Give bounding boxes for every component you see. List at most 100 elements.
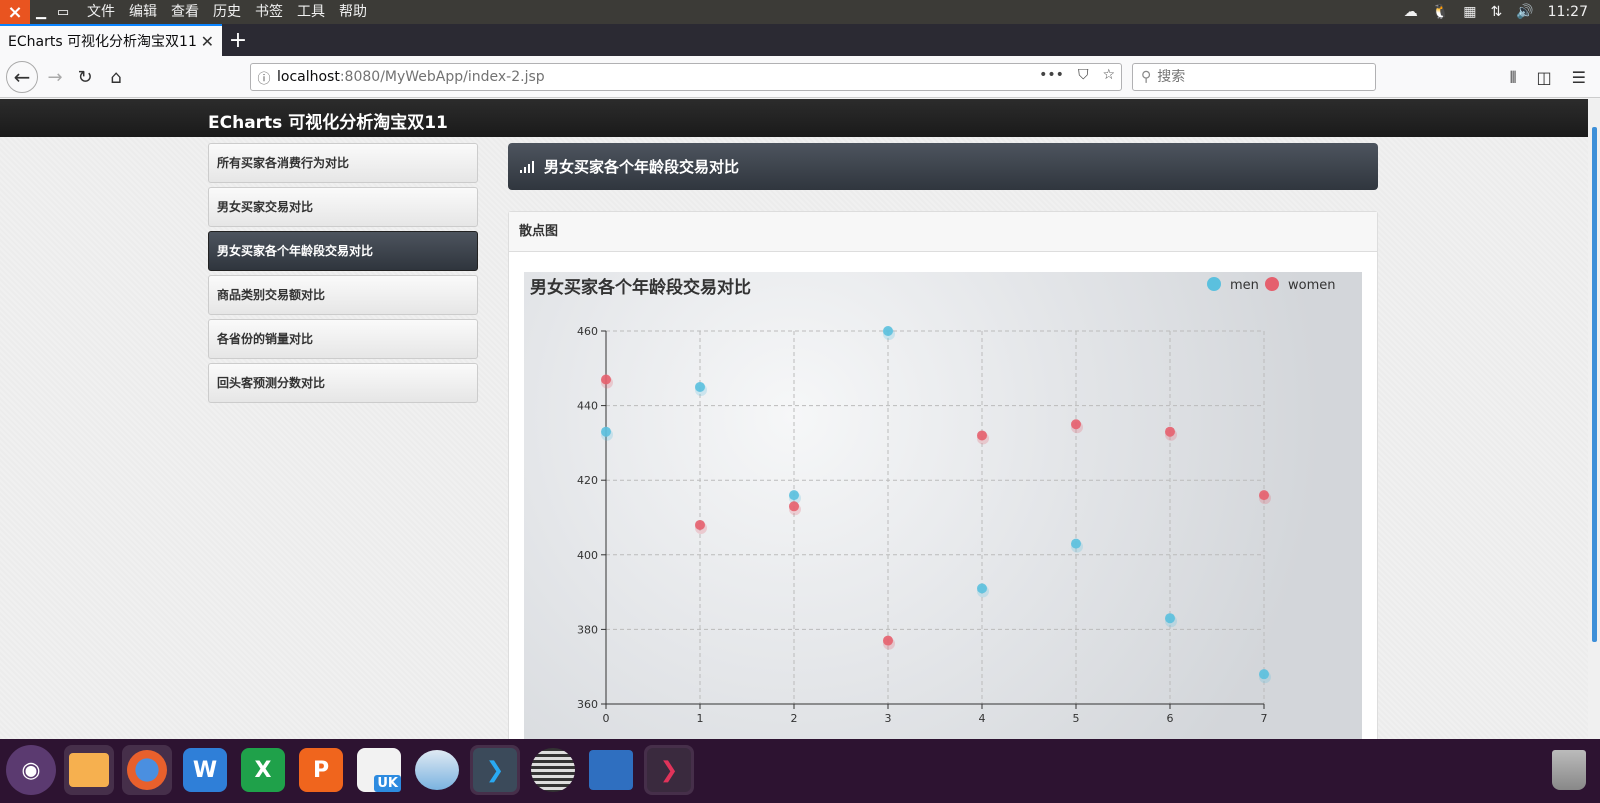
trash-icon[interactable]: [1544, 745, 1594, 795]
library-icon[interactable]: ⫴: [1510, 68, 1517, 88]
sidebar-item-province-sales[interactable]: 各省份的销量对比: [208, 319, 478, 359]
tab-strip: ECharts 可视化分析淘宝双11 ✕ +: [0, 24, 1600, 56]
signal-bars-icon: [520, 160, 534, 173]
point-women: [1259, 490, 1269, 501]
sidebar-item-category-amount[interactable]: 商品类别交易额对比: [208, 275, 478, 315]
wps-presentation-icon[interactable]: P: [296, 745, 346, 795]
pocket-icon[interactable]: ⛉: [1078, 67, 1089, 83]
search-icon: ⚲: [1141, 69, 1152, 85]
wps-writer-icon[interactable]: W: [180, 745, 230, 795]
network-icon[interactable]: ⇅: [1490, 4, 1502, 20]
sidebar-item-gender-age-trade[interactable]: 男女买家各个年龄段交易对比: [208, 231, 478, 271]
point-women: [977, 430, 987, 441]
menu-help[interactable]: 帮助: [332, 0, 374, 24]
point-women: [1165, 426, 1175, 437]
firefox-icon[interactable]: [122, 745, 172, 795]
system-top-panel: × ▁ ▭ 文件 编辑 查看 历史 书签 工具 帮助 ☁ 🐧 ▦ ⇅ 🔊 11:…: [0, 0, 1600, 24]
menu-edit[interactable]: 编辑: [122, 0, 164, 24]
x-tick-label: 2: [791, 712, 798, 725]
ubuntu-kylin-store-icon[interactable]: UK: [354, 745, 404, 795]
sidebar: 所有买家各消费行为对比 男女买家交易对比 男女买家各个年龄段交易对比 商品类别交…: [208, 143, 478, 407]
x-tick-label: 5: [1073, 712, 1080, 725]
y-tick-label: 360: [577, 698, 598, 711]
vscode-icon[interactable]: ❯: [470, 745, 520, 795]
menu-file[interactable]: 文件: [80, 0, 122, 24]
menu-view[interactable]: 查看: [164, 0, 206, 24]
reload-icon[interactable]: ↻: [70, 62, 100, 92]
back-arrow-icon[interactable]: ←: [6, 61, 38, 93]
point-men: [1071, 538, 1081, 549]
card-title: 散点图: [509, 212, 1377, 252]
wps-spreadsheet-icon[interactable]: X: [238, 745, 288, 795]
page-actions-icon[interactable]: •••: [1039, 67, 1064, 83]
sidebar-item-repeat-buyer-score[interactable]: 回头客预测分数对比: [208, 363, 478, 403]
search-input[interactable]: [1157, 69, 1358, 85]
disks-icon[interactable]: [528, 745, 578, 795]
workspace-switcher-icon[interactable]: [586, 745, 636, 795]
window-close-icon[interactable]: ×: [0, 0, 30, 24]
chart-axes: 360 380 400 420 440 460 0 1 2 3 4 5 6 7: [577, 325, 1268, 725]
y-tick-label: 440: [577, 400, 598, 413]
terminal-icon[interactable]: ❯: [644, 745, 694, 795]
point-men: [1165, 613, 1175, 624]
legend-label-women: women: [1288, 278, 1336, 293]
chart-svg: 男女买家各个年龄段交易对比 men women 36038040042044046…: [530, 277, 1336, 725]
window-minimize-icon[interactable]: ▁: [30, 0, 52, 24]
disk-utility-icon[interactable]: [412, 745, 462, 795]
qq-penguin-icon[interactable]: 🐧: [1432, 4, 1449, 20]
dock: ◉ W X P UK ❯ ❯: [0, 739, 1600, 803]
x-tick-label: 1: [697, 712, 704, 725]
home-icon[interactable]: ⌂: [101, 62, 131, 92]
point-men: [601, 426, 611, 437]
url-path: :8080/MyWebApp/index-2.jsp: [339, 69, 545, 85]
sidebar-toggle-icon[interactable]: ◫: [1537, 68, 1552, 88]
sidebar-item-consumption-behavior[interactable]: 所有买家各消费行为对比: [208, 143, 478, 183]
window-maximize-icon[interactable]: ▭: [52, 0, 74, 24]
point-women: [789, 501, 799, 512]
app-menu-bar: 文件 编辑 查看 历史 书签 工具 帮助: [80, 0, 374, 24]
chart-title: 男女买家各个年龄段交易对比: [530, 277, 751, 298]
bookmark-star-icon[interactable]: ☆: [1102, 67, 1115, 83]
legend-marker-men: [1207, 277, 1221, 291]
point-men: [1259, 669, 1269, 680]
y-tick-label: 420: [577, 474, 598, 487]
navigation-toolbar: ← → ↻ ⌂ ⓘ localhost:8080/MyWebApp/index-…: [0, 56, 1600, 98]
toolbar-right: ⫴ ◫ ☰: [1510, 68, 1586, 88]
hamburger-menu-icon[interactable]: ☰: [1572, 68, 1586, 88]
weather-icon[interactable]: ☁: [1404, 4, 1418, 20]
x-tick-label: 0: [603, 712, 610, 725]
menu-history[interactable]: 历史: [206, 0, 248, 24]
chart-legend: men women: [1207, 277, 1336, 293]
legend-marker-women: [1265, 277, 1279, 291]
menu-tools[interactable]: 工具: [290, 0, 332, 24]
x-tick-label: 7: [1261, 712, 1268, 725]
forward-arrow-icon[interactable]: →: [40, 62, 70, 92]
menu-bookmarks[interactable]: 书签: [248, 0, 290, 24]
page-scrollbar[interactable]: [1588, 99, 1600, 739]
legend-label-men: men: [1230, 278, 1259, 293]
close-tab-icon[interactable]: ✕: [201, 32, 214, 51]
scroll-thumb[interactable]: [1592, 127, 1597, 642]
point-women: [1071, 419, 1081, 430]
site-title[interactable]: ECharts 可视化分析淘宝双11: [208, 108, 448, 133]
x-tick-label: 6: [1167, 712, 1174, 725]
clock[interactable]: 11:27: [1548, 4, 1588, 20]
tab-echarts[interactable]: ECharts 可视化分析淘宝双11 ✕: [0, 24, 222, 56]
ubuntu-launcher-icon[interactable]: ◉: [6, 745, 56, 795]
point-men: [695, 381, 705, 392]
panel-header: 男女买家各个年龄段交易对比: [508, 143, 1378, 190]
site-header: ECharts 可视化分析淘宝双11: [0, 99, 1588, 137]
site-info-icon[interactable]: ⓘ: [251, 68, 277, 87]
new-tab-icon[interactable]: +: [222, 24, 254, 56]
point-women: [695, 519, 705, 530]
calendar-icon[interactable]: ▦: [1463, 4, 1476, 20]
files-icon[interactable]: [64, 745, 114, 795]
point-men: [789, 490, 799, 501]
point-women: [601, 374, 611, 385]
url-bar[interactable]: ⓘ localhost:8080/MyWebApp/index-2.jsp ••…: [250, 63, 1122, 91]
y-tick-label: 400: [577, 549, 598, 562]
search-box[interactable]: ⚲: [1132, 63, 1376, 91]
y-tick-label: 380: [577, 623, 598, 636]
volume-icon[interactable]: 🔊: [1516, 4, 1533, 20]
sidebar-item-gender-trade[interactable]: 男女买家交易对比: [208, 187, 478, 227]
